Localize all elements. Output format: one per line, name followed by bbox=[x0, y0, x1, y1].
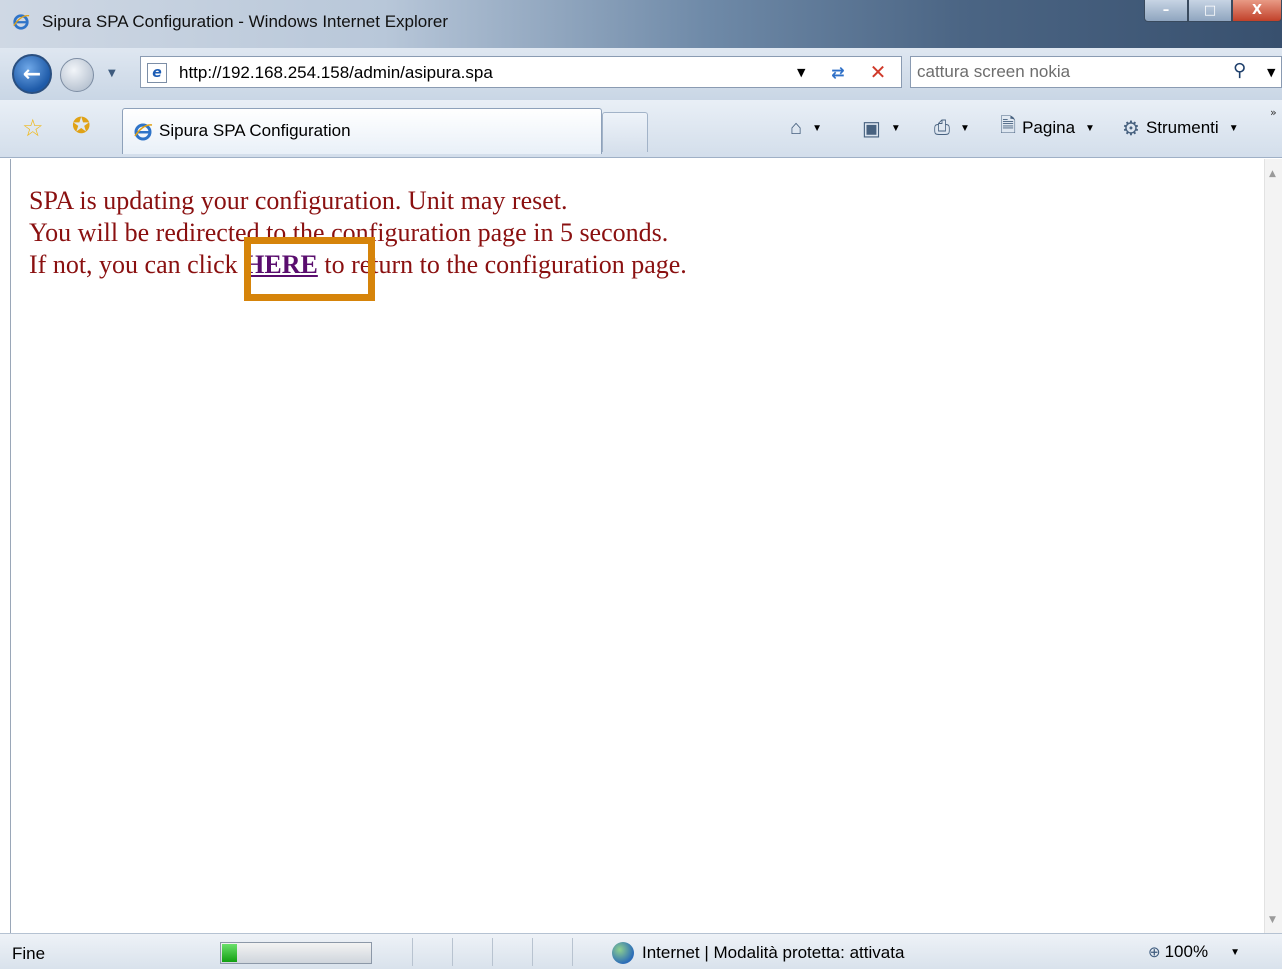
search-provider-dropdown-icon[interactable]: ▼ bbox=[1267, 66, 1275, 79]
status-divider bbox=[572, 938, 573, 966]
scroll-down-icon[interactable]: ▼ bbox=[1269, 915, 1276, 925]
tools-menu-label: Strumenti bbox=[1145, 118, 1219, 137]
close-button[interactable]: X bbox=[1232, 0, 1282, 22]
status-divider bbox=[492, 938, 493, 966]
chevron-down-icon[interactable]: ▼ bbox=[812, 123, 822, 134]
status-text: Fine bbox=[12, 944, 46, 963]
chevron-down-icon[interactable]: ▼ bbox=[1230, 947, 1240, 958]
search-input[interactable] bbox=[917, 61, 1217, 83]
status-bar: Fine Internet | Modalità protetta: attiv… bbox=[0, 933, 1282, 969]
command-bar: ☆ ✪ Sipura SPA Configuration ⌂ ▼ ▣ ▼ ⎙ ▼… bbox=[0, 100, 1282, 158]
status-divider bbox=[532, 938, 533, 966]
home-icon: ⌂ bbox=[790, 116, 803, 139]
feeds-button[interactable]: ▣ ▼ bbox=[862, 114, 901, 142]
rss-icon: ▣ bbox=[862, 117, 881, 140]
chevron-down-icon[interactable]: ▼ bbox=[960, 123, 970, 134]
ie-logo-icon bbox=[13, 14, 30, 30]
minimize-button[interactable]: – bbox=[1144, 0, 1188, 22]
forward-button[interactable] bbox=[60, 58, 94, 92]
tab-sipura-spa-configuration[interactable]: Sipura SPA Configuration bbox=[122, 108, 602, 154]
address-dropdown-icon[interactable]: ▼ bbox=[797, 66, 805, 79]
message-line-3: If not, you can click HERE to return to … bbox=[29, 250, 687, 279]
search-box[interactable]: ⚲ ▼ bbox=[910, 56, 1282, 88]
printer-icon: ⎙ bbox=[934, 116, 950, 139]
progress-fill bbox=[222, 944, 237, 962]
new-tab-button[interactable] bbox=[602, 112, 648, 152]
status-divider bbox=[452, 938, 453, 966]
address-bar[interactable]: e http://192.168.254.158/admin/asipura.s… bbox=[140, 56, 902, 88]
globe-icon bbox=[612, 942, 634, 964]
tools-menu-button[interactable]: ⚙ Strumenti ▼ bbox=[1122, 114, 1239, 142]
scroll-up-icon[interactable]: ▲ bbox=[1269, 169, 1276, 179]
zoom-control[interactable]: ⊕ 100% ▼ bbox=[1148, 942, 1240, 962]
title-bar: Sipura SPA Configuration - Windows Inter… bbox=[0, 0, 1282, 48]
refresh-icon[interactable]: ⇄ bbox=[823, 60, 853, 86]
arrow-left-icon: ← bbox=[22, 61, 42, 87]
page-icon: 🗎 bbox=[1000, 115, 1017, 137]
page-menu-label: Pagina bbox=[1022, 118, 1076, 137]
security-zone[interactable]: Internet | Modalità protetta: attivata bbox=[612, 942, 904, 964]
recent-pages-dropdown-icon[interactable]: ▼ bbox=[108, 68, 116, 79]
more-commands-icon[interactable]: » bbox=[1270, 106, 1277, 119]
print-button[interactable]: ⎙ ▼ bbox=[934, 114, 970, 142]
back-button[interactable]: ← bbox=[12, 54, 52, 94]
home-button[interactable]: ⌂ ▼ bbox=[790, 114, 822, 142]
stop-icon[interactable]: ✕ bbox=[863, 59, 893, 85]
message-line-1: SPA is updating your configuration. Unit… bbox=[29, 186, 568, 215]
zoom-icon: ⊕ bbox=[1148, 944, 1161, 961]
status-divider bbox=[412, 938, 413, 966]
favorites-star-icon[interactable]: ☆ bbox=[22, 114, 44, 142]
address-url[interactable]: http://192.168.254.158/admin/asipura.spa bbox=[179, 63, 493, 83]
page-menu-button[interactable]: 🗎 Pagina ▼ bbox=[1000, 114, 1095, 142]
add-favorite-icon[interactable]: ✪ bbox=[72, 114, 90, 139]
page-content: SPA is updating your configuration. Unit… bbox=[10, 159, 1264, 933]
message-line-2: You will be redirected to the configurat… bbox=[29, 218, 669, 247]
progress-bar bbox=[220, 942, 372, 964]
maximize-button[interactable]: □ bbox=[1188, 0, 1232, 22]
chevron-down-icon[interactable]: ▼ bbox=[891, 123, 901, 134]
window-title: Sipura SPA Configuration - Windows Inter… bbox=[42, 12, 448, 31]
gear-icon: ⚙ bbox=[1122, 117, 1140, 140]
chevron-down-icon: ▼ bbox=[1228, 122, 1239, 134]
search-icon[interactable]: ⚲ bbox=[1233, 60, 1246, 81]
window-controls: – □ X bbox=[1144, 0, 1282, 24]
ie-tab-icon bbox=[134, 123, 153, 141]
navigation-bar: ← ▼ e http://192.168.254.158/admin/asipu… bbox=[0, 48, 1282, 100]
here-link[interactable]: HERE bbox=[244, 250, 318, 279]
vertical-scrollbar[interactable]: ▲ ▼ bbox=[1264, 159, 1282, 933]
tab-label: Sipura SPA Configuration bbox=[159, 121, 351, 140]
status-message: SPA is updating your configuration. Unit… bbox=[29, 185, 687, 281]
zoom-level: 100% bbox=[1164, 942, 1209, 961]
zone-text: Internet | Modalità protetta: attivata bbox=[642, 943, 905, 962]
page-icon: e bbox=[147, 63, 167, 83]
chevron-down-icon: ▼ bbox=[1085, 122, 1095, 134]
